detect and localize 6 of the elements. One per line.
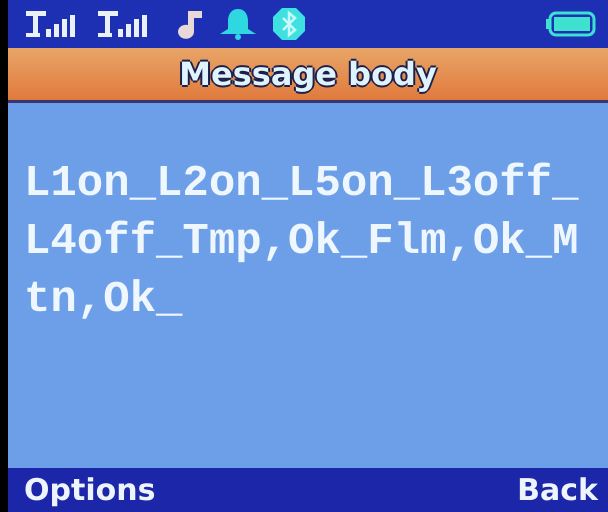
message-text: L1on_L2on_L5on_L3off_L4off_Tmp,Ok_Flm,Ok_Mtn,Ok_: [24, 158, 578, 327]
back-softkey[interactable]: Back: [517, 472, 598, 508]
options-softkey[interactable]: Options: [24, 472, 156, 508]
battery-icon: [546, 11, 596, 37]
screen-title: Message body: [179, 55, 437, 93]
bluetooth-icon: [272, 7, 306, 41]
